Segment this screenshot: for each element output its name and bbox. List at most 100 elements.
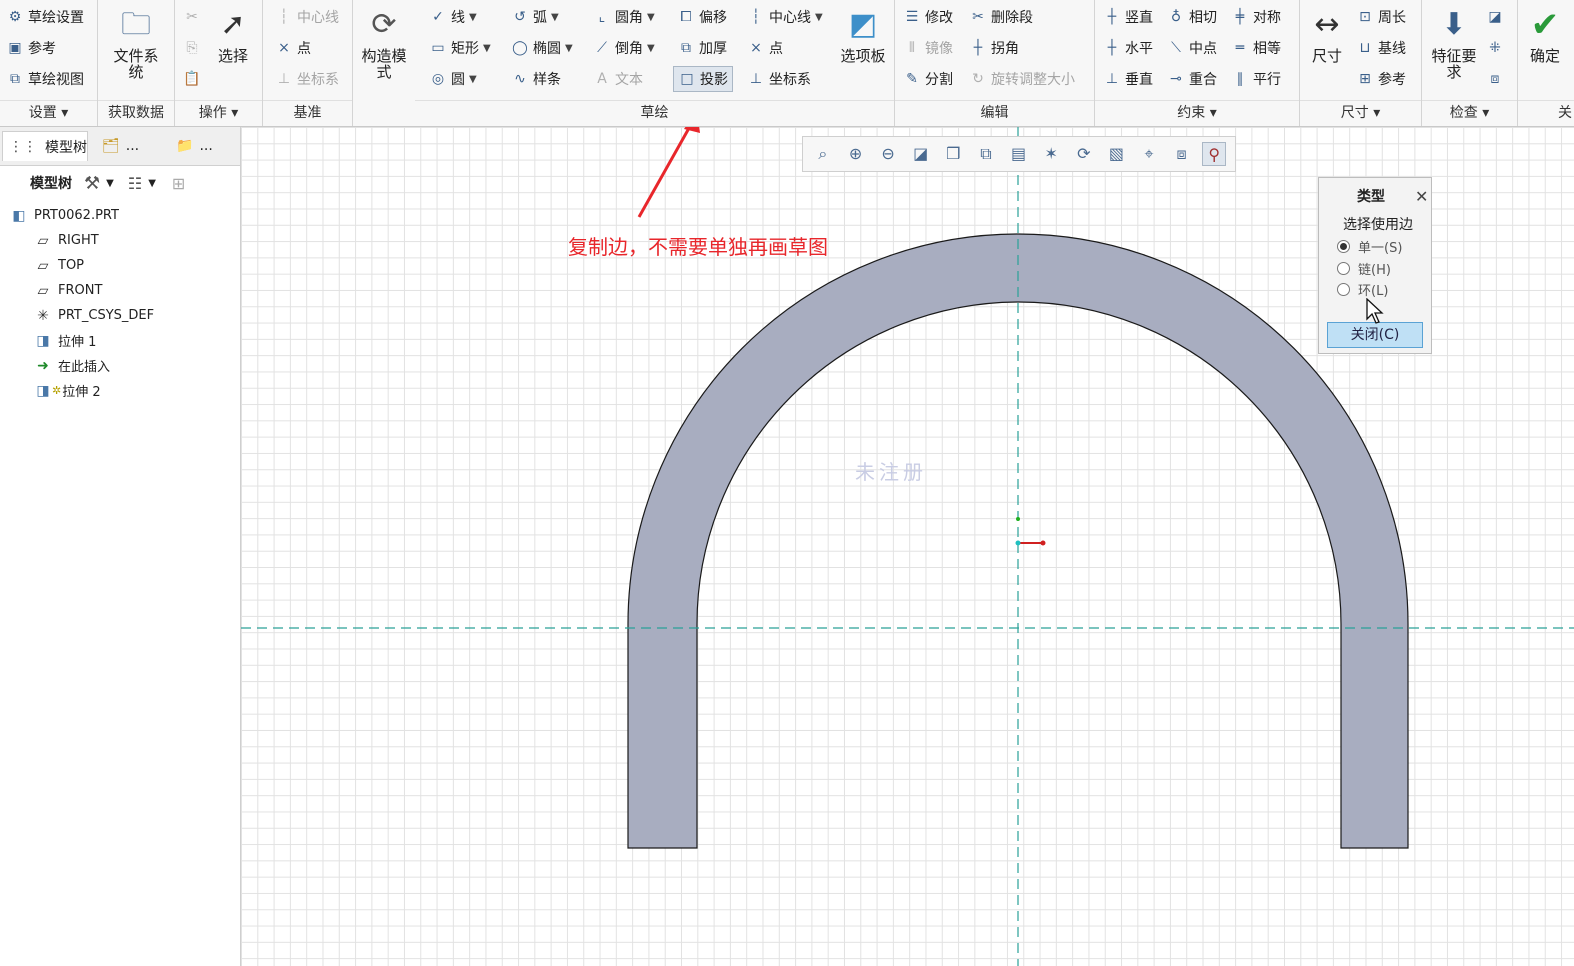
references-button[interactable]: ▣ 参考 <box>6 35 56 61</box>
group-label-constrain[interactable]: 约束 ▾ <box>1095 102 1299 122</box>
radio-button-chain[interactable] <box>1337 261 1350 275</box>
tree-settings-dropdown-icon[interactable]: ▼ <box>106 178 114 189</box>
saved-views-icon[interactable]: ⧉ <box>974 142 998 166</box>
tree-item-insert-here[interactable]: ➜ 在此插入 <box>34 353 110 378</box>
parallel-constraint-button[interactable]: ∥ 平行 <box>1231 66 1282 92</box>
circle-dropdown-icon[interactable]: ▼ <box>469 74 477 85</box>
tree-item-top[interactable]: ▱ TOP <box>34 253 84 278</box>
group-label-inspect[interactable]: 检查 ▾ <box>1422 102 1517 122</box>
tree-show-icon[interactable]: ☷ <box>128 174 142 193</box>
rectangle-dropdown-icon[interactable]: ▼ <box>483 43 491 54</box>
zoom-in-icon[interactable]: ⊕ <box>844 142 868 166</box>
divide-button[interactable]: ✎ 分割 <box>903 66 953 92</box>
rectangle-button[interactable]: ▭ 矩形 ▼ <box>429 35 491 61</box>
project-button[interactable]: □ 投影 <box>673 66 733 92</box>
tangent-constraint-button[interactable]: ♁ 相切 <box>1167 4 1217 30</box>
display-style-icon[interactable]: ❒ <box>941 142 965 166</box>
sketcher-constraints-icon[interactable]: ⚲ <box>1202 142 1227 166</box>
construction-mode-button[interactable]: ⟳ 构造模式 <box>357 6 411 80</box>
baseline-button[interactable]: ⊔ 基线 <box>1356 35 1406 61</box>
tree-item-front[interactable]: ▱ FRONT <box>34 278 103 303</box>
arc-button[interactable]: ↺ 弧 ▼ <box>511 4 559 30</box>
perpendicular-constraint-button[interactable]: ⊥ 垂直 <box>1103 66 1153 92</box>
palette-button[interactable]: ◩ 选项板 <box>835 6 891 64</box>
sketcher-display-icon[interactable]: ⌖ <box>1137 142 1161 166</box>
display-filters-icon[interactable]: ⧈ <box>1170 142 1194 166</box>
circle-button[interactable]: ◎ 圆 ▼ <box>429 66 477 92</box>
tree-item-extrude-2[interactable]: ◨ ✲ 拉伸 2 <box>34 378 100 403</box>
inspect-shade-button[interactable]: ⧈ <box>1486 66 1508 92</box>
tab-model-tree[interactable]: ⋮⋮ 模型树 <box>2 131 88 161</box>
inspect-open-ends-button[interactable]: ⁜ <box>1486 35 1508 61</box>
fillet-button[interactable]: ⌞ 圆角 ▼ <box>593 4 655 30</box>
zoom-out-icon[interactable]: ⊖ <box>876 142 900 166</box>
midpoint-constraint-button[interactable]: ⟍ 中点 <box>1167 35 1217 61</box>
tab-favorites[interactable]: 📁... <box>170 131 242 161</box>
ok-button[interactable]: ✔ 确定 <box>1522 6 1568 64</box>
centerline-button[interactable]: ┆ 中心线 ▼ <box>747 4 823 30</box>
annotation-display-icon[interactable]: ▧ <box>1104 142 1128 166</box>
file-system-button[interactable]: 🗀 文件系统 <box>108 6 164 80</box>
dimension-button[interactable]: ↔ 尺寸 <box>1304 6 1350 64</box>
group-label-dimension[interactable]: 尺寸 ▾ <box>1300 102 1421 122</box>
group-label-operations[interactable]: 操作 ▾ <box>175 102 262 122</box>
tree-settings-icon[interactable]: ⚒ <box>84 173 100 194</box>
spline-button[interactable]: ∿ 样条 <box>511 66 561 92</box>
rotate-resize-button[interactable]: ↻ 旋转调整大小 <box>969 66 1075 92</box>
refit-icon[interactable]: ⌕ <box>811 142 835 166</box>
reference-dim-button[interactable]: ⊞ 参考 <box>1356 66 1406 92</box>
group-label-settings[interactable]: 设置 ▾ <box>0 102 97 122</box>
symmetric-constraint-button[interactable]: ╪ 对称 <box>1231 4 1281 30</box>
datum-display-icon[interactable]: ✶ <box>1039 142 1063 166</box>
inspect-overlap-button[interactable]: ◪ <box>1486 4 1508 30</box>
select-button[interactable]: ➚ 选择 <box>213 6 253 64</box>
text-button[interactable]: A 文本 <box>593 66 643 92</box>
tree-item-part[interactable]: ◧ PRT0062.PRT <box>10 203 119 228</box>
equal-constraint-button[interactable]: ═ 相等 <box>1231 35 1281 61</box>
fillet-dropdown-icon[interactable]: ▼ <box>647 12 655 23</box>
tree-show-dropdown-icon[interactable]: ▼ <box>148 178 156 189</box>
sketch-view-button[interactable]: ⧉ 草绘视图 <box>6 66 84 92</box>
line-dropdown-icon[interactable]: ▼ <box>469 12 477 23</box>
datum-point-button[interactable]: × 点 <box>275 35 311 61</box>
centerline-dropdown-icon[interactable]: ▼ <box>815 12 823 23</box>
horizontal-constraint-button[interactable]: ┼ 水平 <box>1103 35 1153 61</box>
tree-filter-icon[interactable]: ⊞ <box>172 174 185 193</box>
tree-item-csys[interactable]: ✳ PRT_CSYS_DEF <box>34 303 154 328</box>
spin-center-icon[interactable]: ⟳ <box>1072 142 1096 166</box>
ellipse-button[interactable]: ◯ 椭圆 ▼ <box>511 35 573 61</box>
datum-centerline-button[interactable]: ┆ 中心线 <box>275 4 339 30</box>
tree-item-extrude-1[interactable]: ◨ 拉伸 1 <box>34 328 96 353</box>
corner-button[interactable]: ┼ 拐角 <box>969 35 1019 61</box>
radio-button-single[interactable] <box>1337 239 1350 253</box>
tree-item-right[interactable]: ▱ RIGHT <box>34 228 99 253</box>
coincident-constraint-button[interactable]: ⊸ 重合 <box>1167 66 1217 92</box>
tab-folder-browser[interactable]: 🗂... <box>96 131 172 161</box>
chamfer-dropdown-icon[interactable]: ▼ <box>647 43 655 54</box>
vertical-constraint-button[interactable]: ┼ 竖直 <box>1103 4 1153 30</box>
line-button[interactable]: ✓ 线 ▼ <box>429 4 477 30</box>
arc-dropdown-icon[interactable]: ▼ <box>551 12 559 23</box>
point-button[interactable]: × 点 <box>747 35 783 61</box>
repaint-icon[interactable]: ◪ <box>909 142 933 166</box>
radio-chain[interactable]: 链(H) <box>1337 258 1391 278</box>
offset-button[interactable]: ⧠ 偏移 <box>677 4 727 30</box>
radio-button-loop[interactable] <box>1337 282 1350 296</box>
radio-loop[interactable]: 环(L) <box>1337 279 1388 299</box>
copy-button[interactable]: ⎘ <box>183 35 205 61</box>
sketch-setup-button[interactable]: ⚙ 草绘设置 <box>6 4 84 30</box>
radio-single[interactable]: 单一(S) <box>1337 236 1402 256</box>
thicken-button[interactable]: ⧉ 加厚 <box>677 35 727 61</box>
paste-button[interactable]: 📋 <box>183 66 205 92</box>
cut-button[interactable]: ✂ <box>183 4 205 30</box>
close-icon[interactable]: ✕ <box>1415 187 1428 206</box>
mirror-button[interactable]: ⫴ 镜像 <box>903 35 953 61</box>
perimeter-button[interactable]: ⊡ 周长 <box>1356 4 1406 30</box>
feature-requirements-button[interactable]: ⬇ 特征要求 <box>1426 6 1482 80</box>
datum-csys-button[interactable]: ⊥ 坐标系 <box>275 66 339 92</box>
sketch-view-icon[interactable]: ▤ <box>1007 142 1031 166</box>
modify-button[interactable]: ☰ 修改 <box>903 4 953 30</box>
csys-button[interactable]: ⊥ 坐标系 <box>747 66 811 92</box>
delete-segment-button[interactable]: ✂ 删除段 <box>969 4 1033 30</box>
ellipse-dropdown-icon[interactable]: ▼ <box>565 43 573 54</box>
